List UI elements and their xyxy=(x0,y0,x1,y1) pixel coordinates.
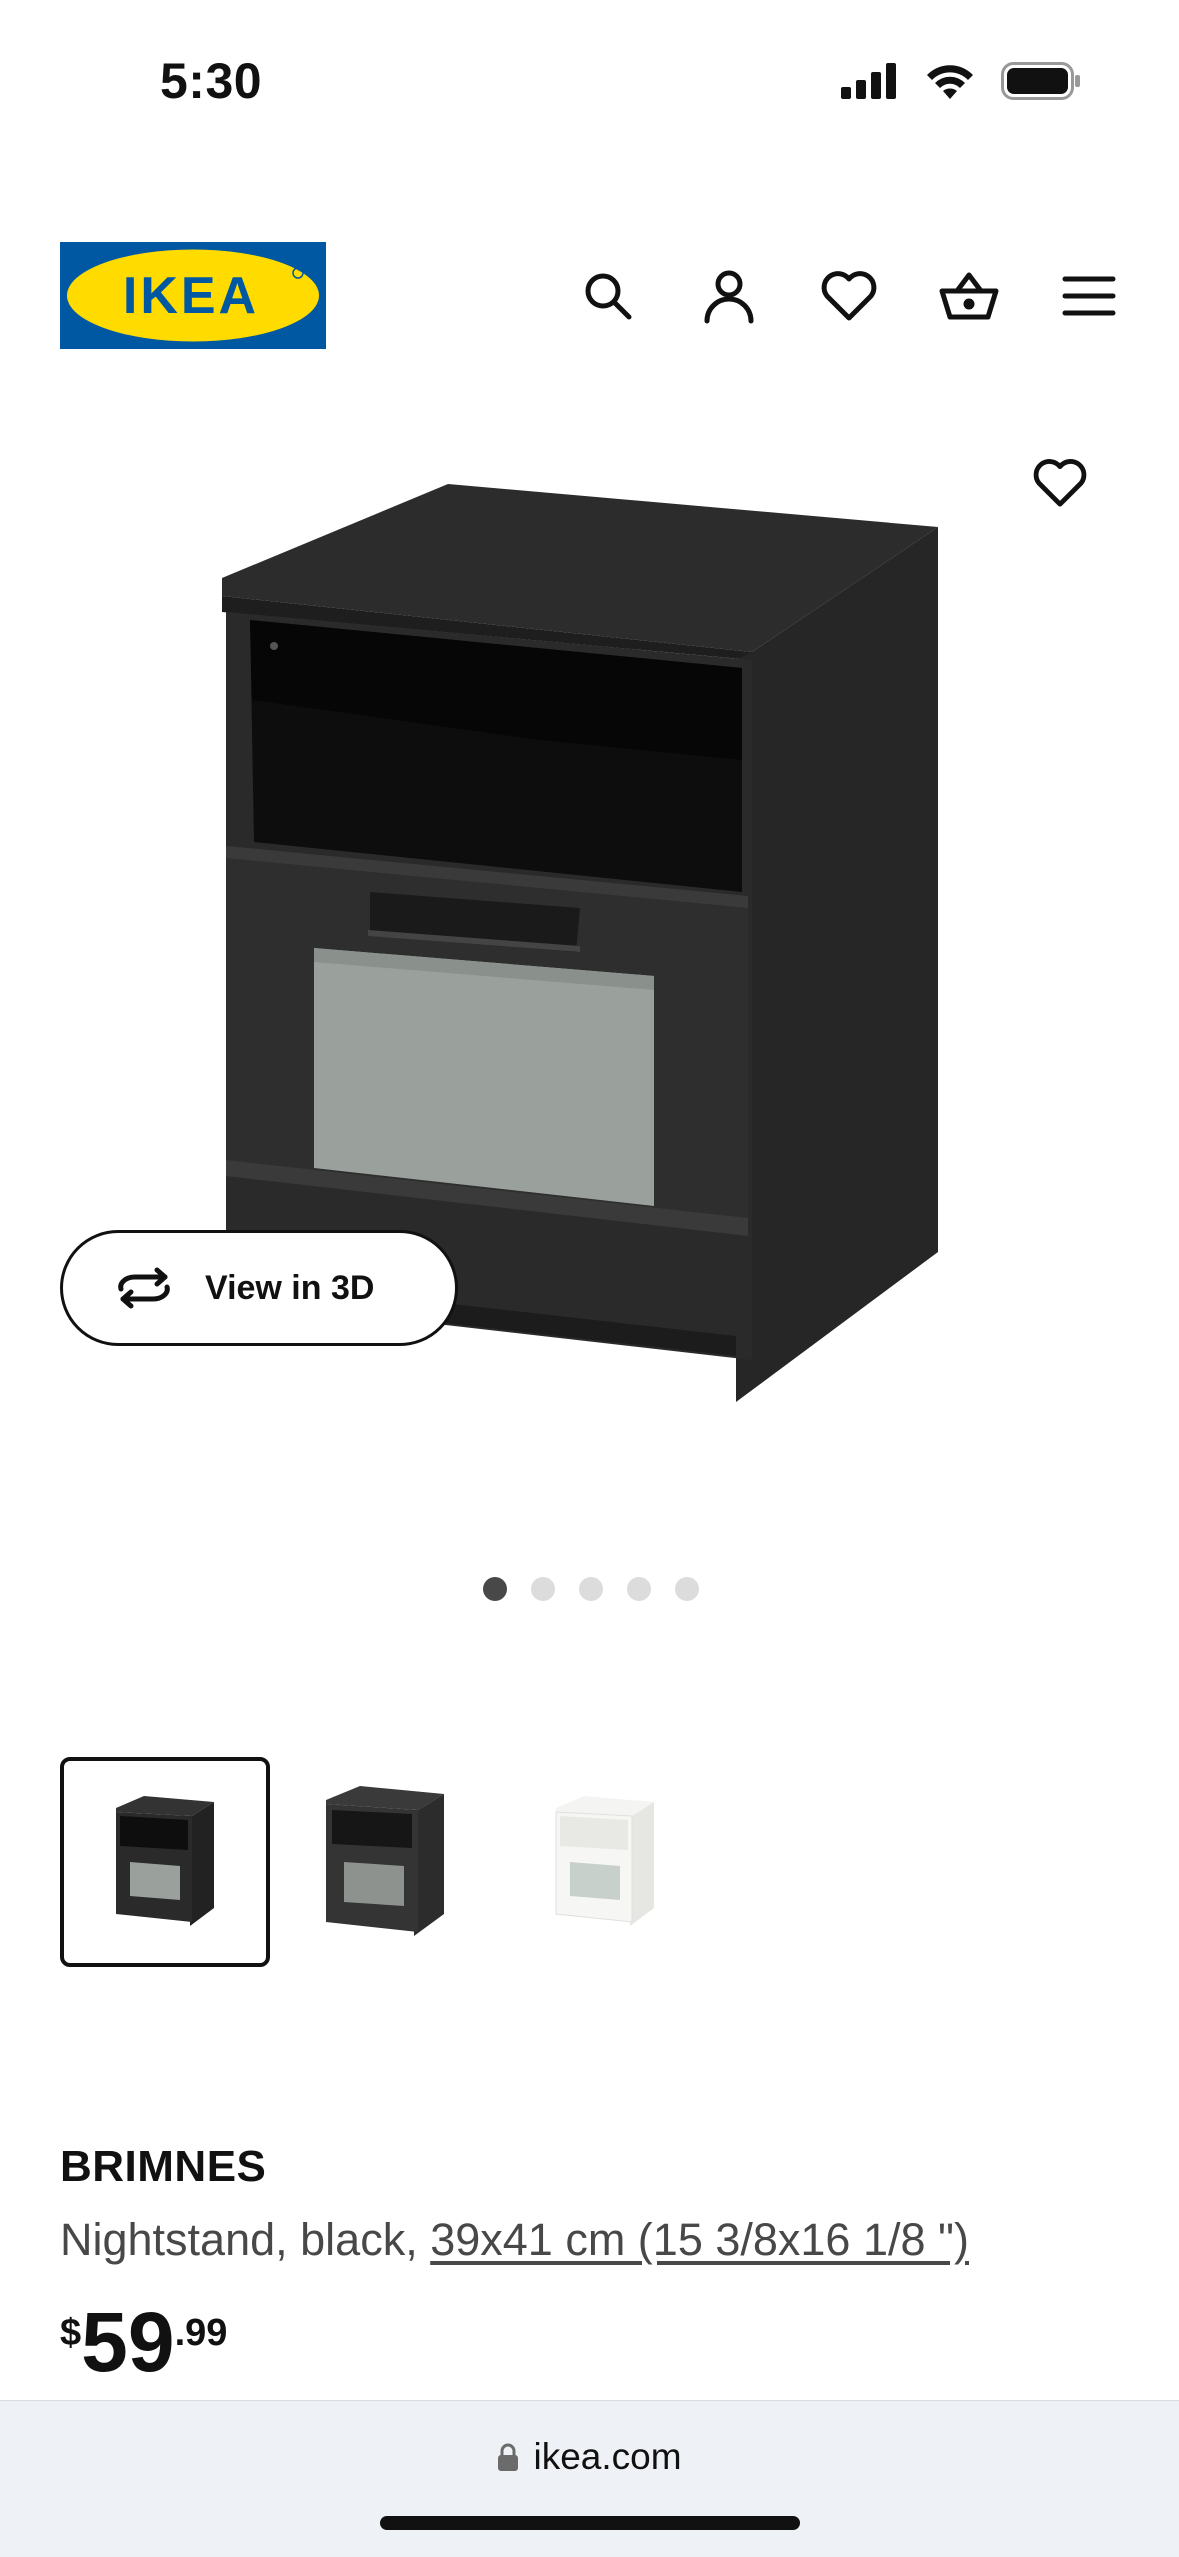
wishlist-heart-icon xyxy=(821,271,877,321)
rotate-3d-icon xyxy=(118,1267,170,1309)
home-indicator[interactable] xyxy=(380,2516,800,2530)
ikea-logo[interactable]: IKEA xyxy=(60,242,326,349)
carousel-dot[interactable] xyxy=(675,1577,699,1601)
carousel-dot[interactable] xyxy=(483,1577,507,1601)
color-thumbnail-black-brown[interactable] xyxy=(280,1757,490,1967)
image-carousel-dots xyxy=(483,1577,699,1601)
product-dimensions-link[interactable]: 39x41 cm (15 3/8x16 1/8 ") xyxy=(430,2214,969,2265)
carousel-dot[interactable] xyxy=(627,1577,651,1601)
url-text: ikea.com xyxy=(533,2436,682,2477)
lock-icon xyxy=(498,2443,519,2471)
search-icon xyxy=(585,273,632,320)
menu-icon xyxy=(1062,276,1116,316)
price-currency: $ xyxy=(60,2312,82,2354)
account-button[interactable] xyxy=(695,262,763,330)
browser-address-bar[interactable] xyxy=(0,2400,1179,2557)
status-time: 5:30 xyxy=(160,53,263,109)
wifi-icon xyxy=(927,65,973,99)
product-price: $ 59 .99 xyxy=(60,2300,227,2384)
thumbnail-image xyxy=(555,1796,654,1926)
carousel-dot[interactable] xyxy=(579,1577,603,1601)
basket-icon xyxy=(939,272,999,320)
menu-button[interactable] xyxy=(1055,262,1123,330)
account-icon xyxy=(704,270,754,324)
battery-icon xyxy=(1001,62,1080,100)
product-description: Nightstand, black, 39x41 cm (15 3/8x16 1… xyxy=(60,2214,969,2266)
price-decimal: .99 xyxy=(174,2312,228,2354)
thumbnail-image xyxy=(326,1786,444,1936)
carousel-dot[interactable] xyxy=(531,1577,555,1601)
cellular-signal-icon xyxy=(841,63,896,99)
product-name: BRIMNES xyxy=(60,2142,267,2191)
color-thumbnail-black[interactable] xyxy=(60,1757,270,1967)
search-button[interactable] xyxy=(574,262,642,330)
basket-button[interactable] xyxy=(935,262,1003,330)
view-in-3d-button[interactable]: View in 3D xyxy=(60,1230,458,1346)
thumbnail-image xyxy=(116,1796,214,1926)
wishlist-button[interactable] xyxy=(815,262,883,330)
status-icons xyxy=(841,62,1081,100)
add-to-wishlist-button[interactable] xyxy=(1025,448,1095,518)
logo-text: IKEA xyxy=(123,267,259,325)
price-integer: 59 xyxy=(81,2295,175,2389)
product-type-text: Nightstand, black, xyxy=(60,2214,431,2265)
browser-url[interactable]: ikea.com xyxy=(0,2436,1179,2478)
view-in-3d-label: View in 3D xyxy=(205,1268,375,1307)
color-thumbnail-white[interactable] xyxy=(500,1757,710,1967)
heart-icon xyxy=(1033,459,1087,507)
